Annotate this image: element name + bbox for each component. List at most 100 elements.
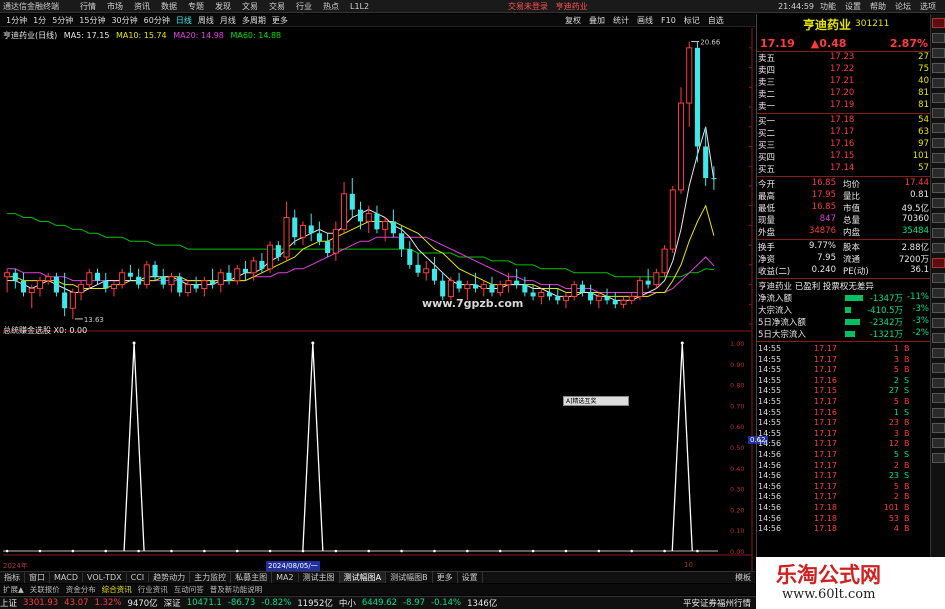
indicator-tab-6[interactable]: 主力监控 xyxy=(190,572,232,583)
login-notice[interactable]: 交易未登录 亨迪药业 xyxy=(508,1,588,12)
side-button[interactable] xyxy=(932,138,945,148)
right-menu-item-0[interactable]: 功能 xyxy=(820,1,836,12)
period-button-0[interactable]: 1分钟 xyxy=(6,15,27,26)
tool-button-2[interactable]: 统计 xyxy=(613,15,629,26)
tick-row: 14:56 17.17 5 S xyxy=(757,450,931,461)
side-button[interactable] xyxy=(932,333,945,343)
indicator-tab-11[interactable]: 测试幅图B xyxy=(386,572,433,583)
menu-item-1[interactable]: 市场 xyxy=(107,2,123,11)
indicator-tab-7[interactable]: 私募主图 xyxy=(231,572,273,583)
tool-button-5[interactable]: 标记 xyxy=(684,15,700,26)
menu-item-2[interactable]: 资讯 xyxy=(134,2,150,11)
indicator-tab-9[interactable]: 测试主图 xyxy=(299,572,340,583)
ask-price: 17.20 xyxy=(830,88,855,98)
tool-button-4[interactable]: F10 xyxy=(661,16,676,25)
side-button[interactable] xyxy=(932,408,945,418)
right-menu-item-2[interactable]: 帮助 xyxy=(870,1,886,12)
side-button[interactable] xyxy=(932,213,945,223)
right-menu-item-1[interactable]: 设置 xyxy=(845,1,861,12)
menu-item-9[interactable]: 热点 xyxy=(323,2,339,11)
side-button[interactable] xyxy=(932,153,945,163)
right-menu-item-4[interactable]: 选项 xyxy=(920,1,936,12)
ext-tab-3[interactable]: 综合资讯 xyxy=(99,584,135,595)
indicator-tab-12[interactable]: 更多 xyxy=(433,572,458,583)
indicator-tab-0[interactable]: 指标 xyxy=(0,572,25,583)
tick-time: 14:56 xyxy=(758,460,782,470)
indicator-tab-13[interactable]: 设置 xyxy=(458,572,483,583)
side-button[interactable] xyxy=(932,78,945,88)
side-button[interactable] xyxy=(932,123,945,133)
period-button-6[interactable]: 日线 xyxy=(176,15,192,26)
period-button-7[interactable]: 周线 xyxy=(198,15,214,26)
side-button[interactable] xyxy=(932,93,945,103)
quote-panel: 亨迪药业 301211 17.19 ▲0.48 2.87% 卖五 17.23 27 卖… xyxy=(756,14,931,571)
side-button[interactable] xyxy=(932,228,945,238)
indicator-tab-4[interactable]: CCI xyxy=(127,573,150,582)
side-button[interactable] xyxy=(932,303,945,313)
indicator-tab-3[interactable]: VOL-TDX xyxy=(83,573,127,582)
period-button-5[interactable]: 60分钟 xyxy=(144,15,170,26)
period-button-10[interactable]: 更多 xyxy=(272,15,288,26)
side-button[interactable] xyxy=(932,363,945,373)
side-button[interactable] xyxy=(932,393,945,403)
side-button[interactable] xyxy=(932,198,945,208)
tool-button-6[interactable]: 自选 xyxy=(708,15,724,26)
side-button[interactable] xyxy=(932,108,945,118)
tick-price: 17.18 xyxy=(814,503,837,512)
ext-tab-6[interactable]: 普及新功能说明 xyxy=(207,584,266,595)
tool-button-3[interactable]: 画线 xyxy=(637,15,653,26)
menu-item-4[interactable]: 专题 xyxy=(188,2,204,11)
side-button[interactable] xyxy=(932,33,945,43)
period-button-1[interactable]: 1分 xyxy=(33,15,46,26)
menu-item-10[interactable]: L1L2 xyxy=(350,2,369,11)
right-menu-item-3[interactable]: 论坛 xyxy=(895,1,911,12)
side-button[interactable] xyxy=(932,438,945,448)
period-button-9[interactable]: 多周期 xyxy=(242,15,266,26)
indicator-tab-8[interactable]: MA2 xyxy=(272,573,299,582)
ext-tab-4[interactable]: 行业资讯 xyxy=(135,584,171,595)
period-button-2[interactable]: 5分钟 xyxy=(52,15,73,26)
ind-tick-label: 0.30 xyxy=(730,486,744,494)
ext-tab-5[interactable]: 互动问答 xyxy=(171,584,207,595)
side-button[interactable] xyxy=(932,288,945,298)
period-button-4[interactable]: 30分钟 xyxy=(111,15,137,26)
side-button[interactable] xyxy=(932,243,945,253)
side-button[interactable] xyxy=(932,63,945,73)
indicator-tab-10[interactable]: 测试幅图A xyxy=(339,572,387,583)
indicator-tab-2[interactable]: MACD xyxy=(50,573,83,582)
side-button[interactable] xyxy=(932,18,945,28)
side-button[interactable] xyxy=(932,273,945,283)
popup-toolbar[interactable]: A]精选互奖 xyxy=(563,396,629,406)
tool-button-0[interactable]: 复权 xyxy=(565,15,581,26)
side-button[interactable] xyxy=(932,378,945,388)
period-button-8[interactable]: 月线 xyxy=(220,15,236,26)
side-button[interactable] xyxy=(932,183,945,193)
template-tab[interactable]: 模板 xyxy=(731,572,755,583)
ext-tab-0[interactable]: 扩展▲ xyxy=(0,584,27,595)
side-button[interactable] xyxy=(932,348,945,358)
ask-row: 卖三 17.21 40 xyxy=(757,76,931,88)
ext-tab-2[interactable]: 资金分布 xyxy=(63,584,99,595)
menu-item-7[interactable]: 交易 xyxy=(269,2,285,11)
ext-tab-1[interactable]: 关联报价 xyxy=(27,584,63,595)
side-button[interactable] xyxy=(932,48,945,58)
side-button[interactable] xyxy=(932,318,945,328)
price-line: 17.19 ▲0.48 2.87% xyxy=(757,36,931,50)
tool-button-1[interactable]: 叠加 xyxy=(589,15,605,26)
kline-chart[interactable]: 20.5020.0019.5019.0018.5018.0017.5017.00… xyxy=(0,28,756,571)
side-button[interactable] xyxy=(932,258,945,268)
side-button[interactable] xyxy=(932,423,945,433)
menu-item-6[interactable]: 文易 xyxy=(242,2,258,11)
menu-item-0[interactable]: 行情 xyxy=(80,2,96,11)
side-button[interactable] xyxy=(932,453,945,463)
signal-spike xyxy=(123,342,145,552)
menu-item-8[interactable]: 行业 xyxy=(296,2,312,11)
indicator-tab-1[interactable]: 窗口 xyxy=(25,572,50,583)
menu-item-3[interactable]: 数据 xyxy=(161,2,177,11)
period-button-3[interactable]: 15分钟 xyxy=(79,15,105,26)
tick-price: 17.17 xyxy=(814,428,837,438)
tick-direction: B xyxy=(904,524,910,534)
side-button[interactable] xyxy=(932,168,945,178)
indicator-tab-5[interactable]: 趋势动力 xyxy=(149,572,191,583)
menu-item-5[interactable]: 发现 xyxy=(215,2,231,11)
